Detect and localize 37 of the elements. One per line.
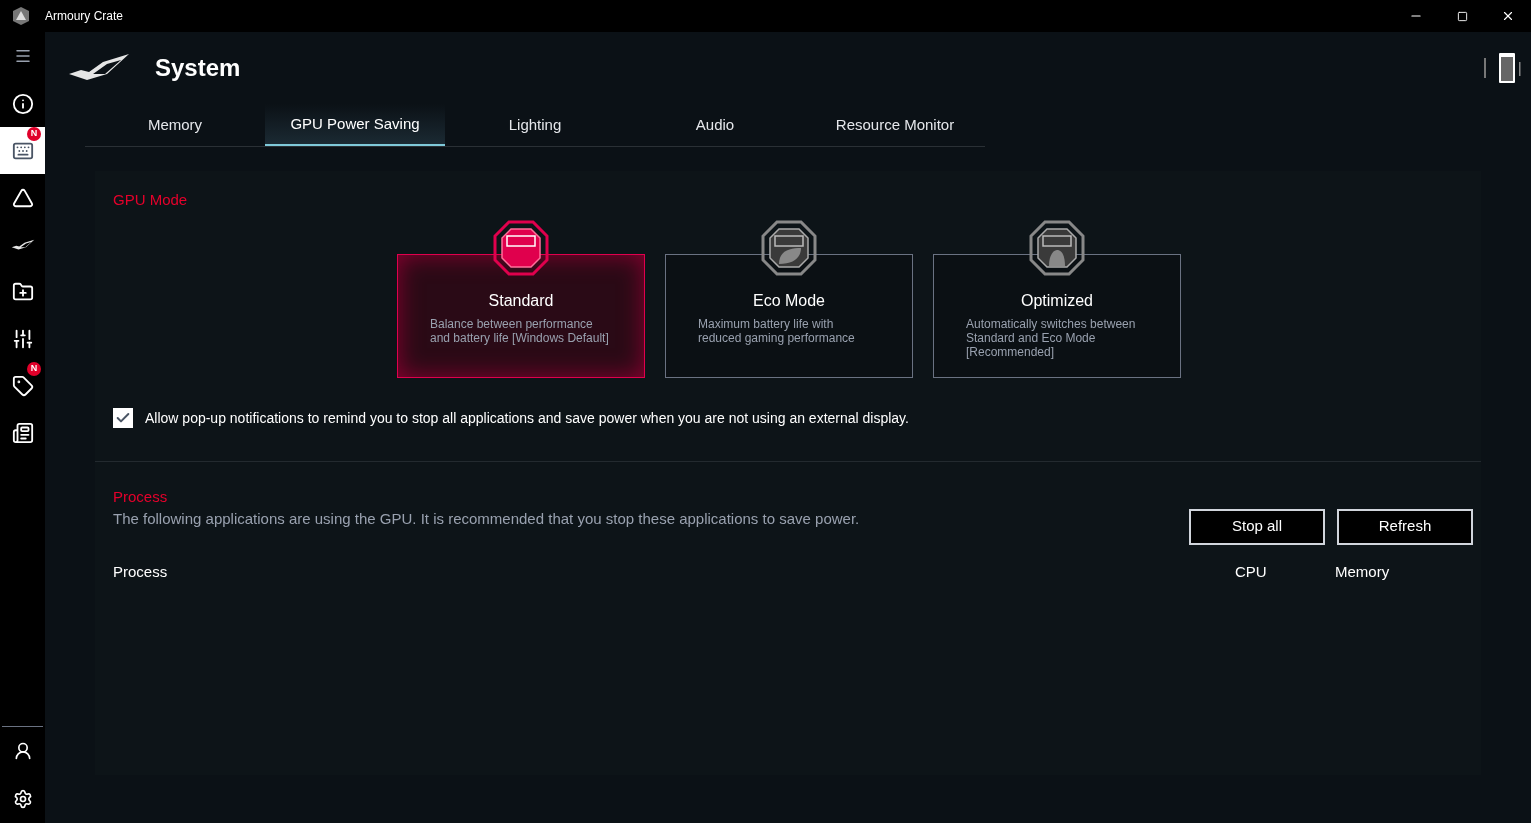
newspaper-icon [11,421,34,444]
settings-icon [12,789,33,809]
close-icon [1501,9,1515,23]
tab[interactable]: Lighting [445,104,625,146]
info-icon [11,92,34,115]
page-title: System [155,53,241,83]
mode-card[interactable]: Eco Mode Maximum battery life with reduced gaming performance [665,253,913,378]
tag-icon [11,374,34,397]
sliders-icon [11,327,34,350]
action-button[interactable]: Stop all [1189,508,1325,545]
column-header: Process [113,561,169,582]
mode-card[interactable]: Standard Balance between performance and battery life [Windows Default] [397,253,645,378]
new-badge: N [27,362,41,376]
new-badge: N [27,127,41,141]
window-title: Armoury Crate [45,8,124,24]
section-heading: GPU Mode [113,190,189,210]
action-button[interactable]: Refresh [1337,508,1473,545]
column-header: Memory [1335,561,1391,582]
mode-card[interactable]: Optimized Automatically switches between Standard and Eco Mode [Recommended] [933,253,1181,378]
section-heading: Process [113,486,169,507]
gpu-chip-icon [493,219,549,276]
sidebar-item[interactable]: N [0,362,45,409]
menu-icon [13,47,32,65]
phone-icon [1483,52,1523,84]
sidebar-item[interactable]: N [0,127,45,174]
tab[interactable]: Resource Monitor [805,104,985,146]
folder-icon [11,280,34,303]
tab[interactable]: Audio [625,104,805,146]
maximize-icon [1456,10,1468,22]
tab[interactable]: Memory [85,104,265,146]
user-icon [12,741,33,761]
process-description: The following applications are using the GPU. It is recommended that you stop these applications to save power. [113,509,860,529]
checkbox[interactable] [113,407,133,428]
notification-checkbox[interactable]: Allow pop-up notifications to remind you to stop all applications and save power when you are not using an external display. [113,407,1463,428]
app-logo-icon [11,6,31,26]
triangle-icon [11,186,34,209]
column-header: CPU [1235,561,1268,582]
